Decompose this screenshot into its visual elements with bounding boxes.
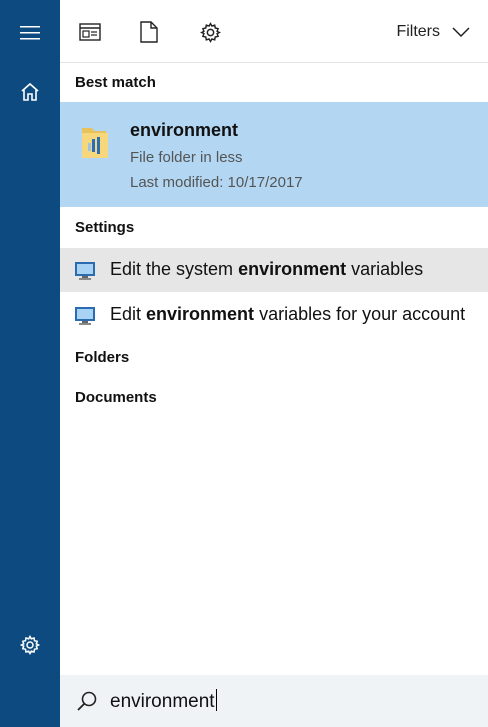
setting-item-label: Edit environment variables for your acco… — [110, 304, 466, 324]
search-box[interactable]: environment — [60, 675, 488, 727]
settings-button[interactable] — [0, 620, 60, 670]
filters-dropdown[interactable]: Filters — [396, 20, 470, 44]
documents-header[interactable]: Documents — [75, 389, 157, 406]
folders-header[interactable]: Folders — [75, 349, 129, 366]
setting-item-system-env[interactable]: Edit the system environment variables — [60, 248, 488, 292]
left-rail — [0, 0, 60, 727]
home-button[interactable] — [0, 67, 60, 117]
toolbar: Filters — [60, 0, 488, 63]
hamburger-icon — [20, 26, 40, 40]
chevron-down-icon — [452, 27, 470, 37]
text-cursor — [215, 689, 217, 711]
best-match-result[interactable]: environment File folder in less Last mod… — [60, 102, 488, 207]
apps-filter-button[interactable] — [70, 13, 110, 51]
filters-label: Filters — [396, 23, 440, 40]
best-match-header: Best match — [75, 74, 156, 91]
result-subtitle: File folder in less — [130, 149, 243, 166]
result-title: environment — [130, 120, 239, 140]
setting-item-label: Edit the system environment variables — [110, 259, 424, 279]
search-icon — [77, 691, 97, 711]
settings-filter-button[interactable] — [190, 13, 230, 51]
setting-item-account-env[interactable]: Edit environment variables for your acco… — [60, 293, 488, 337]
documents-filter-button[interactable] — [129, 13, 169, 51]
gear-icon — [20, 635, 40, 655]
search-input[interactable]: environment — [110, 689, 217, 713]
result-modified: Last modified: 10/17/2017 — [130, 174, 303, 191]
monitor-icon — [75, 262, 95, 280]
home-icon — [21, 82, 39, 101]
search-panel: Filters Best match environment File fold… — [60, 0, 488, 727]
settings-header: Settings — [75, 219, 135, 236]
apps-icon — [79, 23, 101, 41]
document-icon — [140, 21, 158, 43]
monitor-icon — [75, 307, 95, 325]
folder-icon — [82, 128, 108, 158]
gear-icon — [199, 21, 221, 43]
menu-button[interactable] — [0, 8, 60, 58]
